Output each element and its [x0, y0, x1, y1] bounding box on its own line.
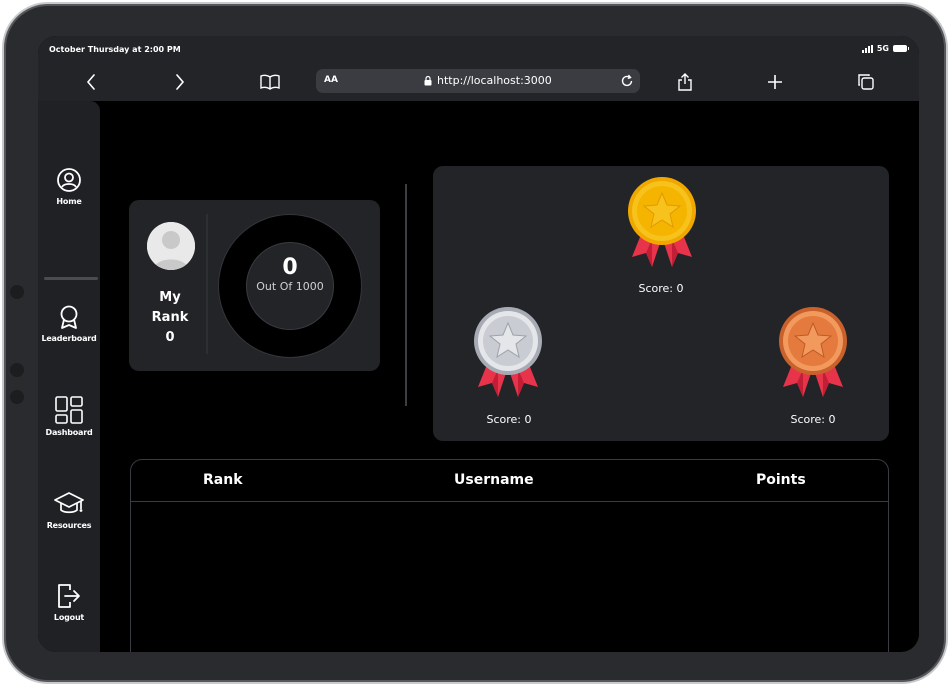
- column-header-username[interactable]: Username: [454, 472, 534, 488]
- silver-medal-icon: [468, 307, 548, 403]
- logout-icon: [58, 584, 80, 608]
- sidebar-item-label: Dashboard: [45, 428, 93, 437]
- divider: [405, 184, 407, 406]
- score-circle: 0 Out Of 1000: [246, 242, 334, 330]
- url-text: http://localhost:3000: [437, 74, 552, 87]
- score-value: 0: [282, 255, 298, 280]
- my-rank-value: 0: [165, 330, 175, 345]
- lock-icon: [424, 75, 432, 85]
- sidebar-item-logout[interactable]: Logout: [38, 583, 100, 622]
- sidebar-item-label: Home: [56, 197, 82, 206]
- address-bar[interactable]: AA http://localhost:3000: [316, 69, 640, 93]
- url: http://localhost:3000: [424, 74, 552, 87]
- forward-icon[interactable]: [170, 72, 190, 92]
- column-header-rank[interactable]: Rank: [203, 472, 243, 488]
- back-icon[interactable]: [81, 72, 101, 92]
- top-three-podium: Score: 0 Score: 0 Score: 0: [433, 166, 889, 441]
- text-size-button[interactable]: AA: [324, 75, 338, 85]
- signal-icon: [861, 44, 873, 53]
- battery-icon: [893, 45, 909, 52]
- sidebar-item-label: Logout: [53, 613, 85, 622]
- status-time: October Thursday at 2:00 PM: [49, 45, 181, 54]
- sidebar: Home Leaderboard Dashboard Resources Log…: [38, 101, 100, 652]
- reload-icon[interactable]: [620, 73, 634, 92]
- table-header: Rank Username Points: [131, 460, 888, 502]
- score-max: Out Of 1000: [256, 280, 324, 293]
- divider: [206, 214, 208, 354]
- gold-score: Score: 0: [638, 282, 684, 295]
- bookmarks-icon[interactable]: [260, 72, 280, 92]
- bronze-score: Score: 0: [790, 413, 836, 426]
- dashboard-grid-icon: [55, 396, 83, 424]
- side-button: [10, 390, 24, 404]
- my-rank-title-line1: My: [159, 290, 181, 305]
- sidebar-item-label: Resources: [46, 521, 92, 530]
- gold-medal-icon: [622, 177, 702, 273]
- side-button: [10, 363, 24, 377]
- bronze-medal-icon: [773, 307, 853, 403]
- silver-score: Score: 0: [486, 413, 532, 426]
- status-indicators: 5G: [861, 44, 909, 53]
- my-rank-title-line2: Rank: [151, 310, 189, 325]
- side-button: [10, 285, 24, 299]
- sidebar-item-resources[interactable]: Resources: [38, 491, 100, 530]
- tabs-icon[interactable]: [856, 72, 876, 92]
- column-header-points[interactable]: Points: [756, 472, 806, 488]
- sidebar-item-dashboard[interactable]: Dashboard: [38, 396, 100, 437]
- sidebar-item-leaderboard[interactable]: Leaderboard: [38, 304, 100, 343]
- browser-toolbar: October Thursday at 2:00 PM 5G AA http:/…: [38, 36, 919, 101]
- sidebar-divider: [44, 277, 98, 280]
- graduation-cap-icon: [54, 492, 84, 514]
- my-rank-card: My Rank 0 0 Out Of 1000: [129, 200, 380, 371]
- screen: October Thursday at 2:00 PM 5G AA http:/…: [38, 36, 919, 652]
- leaderboard-table: Rank Username Points: [130, 459, 889, 652]
- award-icon: [60, 305, 78, 329]
- share-icon[interactable]: [675, 72, 695, 92]
- my-rank-label: My Rank 0: [143, 288, 197, 348]
- user-circle-icon: [57, 168, 81, 192]
- sidebar-item-home[interactable]: Home: [38, 167, 100, 206]
- sidebar-item-label: Leaderboard: [41, 334, 97, 343]
- avatar: [147, 222, 195, 270]
- network-label: 5G: [876, 44, 889, 53]
- new-tab-icon[interactable]: [765, 72, 785, 92]
